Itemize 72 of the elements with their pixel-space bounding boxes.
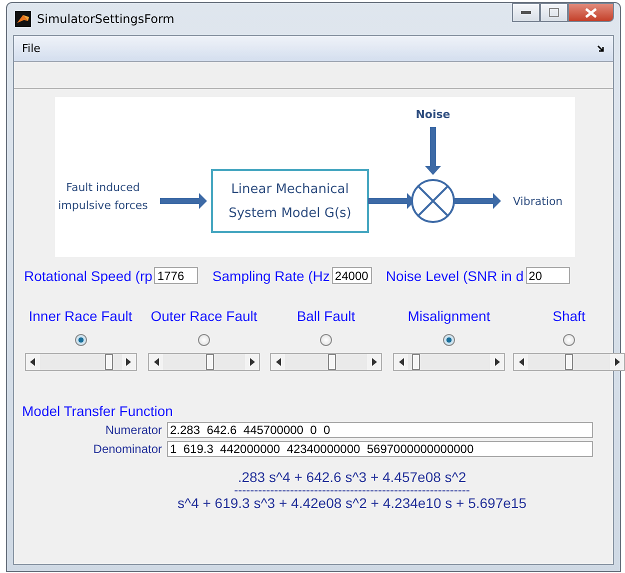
- window-title: SimulatorSettingsForm: [37, 12, 174, 26]
- fault-label: Shaft: [552, 308, 586, 326]
- scroll-left-button[interactable]: [271, 354, 285, 370]
- noise-label: Noise: [416, 108, 450, 121]
- right-arrow-icon: [614, 358, 620, 366]
- slider[interactable]: [270, 353, 382, 371]
- output-arrow: [454, 193, 501, 209]
- slider-thumb[interactable]: [412, 354, 420, 370]
- radio-button[interactable]: [563, 334, 575, 346]
- slider-thumb[interactable]: [206, 354, 214, 370]
- slider[interactable]: [148, 353, 260, 371]
- fraction-line: -----------------------------------------------------------: [234, 485, 470, 495]
- field-label: Numerator: [104, 423, 163, 437]
- slider-thumb[interactable]: [565, 354, 573, 370]
- radio-button[interactable]: [443, 334, 455, 346]
- section-title: Model Transfer Function: [22, 403, 174, 419]
- scroll-right-button[interactable]: [367, 354, 381, 370]
- left-arrow-icon: [398, 358, 404, 366]
- right-arrow-icon: [126, 358, 131, 366]
- parameter-label: Noise Level (SNR in d: [386, 268, 524, 284]
- maximize-button[interactable]: [540, 3, 568, 22]
- scroll-left-button[interactable]: [394, 354, 408, 370]
- left-arrow-icon: [276, 358, 280, 366]
- close-button[interactable]: [568, 3, 614, 22]
- slider[interactable]: [393, 353, 505, 371]
- slider-thumb[interactable]: [105, 354, 114, 370]
- output-label: Vibration: [513, 195, 563, 208]
- menu-item[interactable]: File: [22, 42, 40, 55]
- slider[interactable]: [513, 353, 625, 371]
- minimize-icon: [521, 10, 531, 14]
- scroll-right-button[interactable]: [610, 354, 624, 370]
- input-label: Fault induced impulsive forces: [58, 181, 148, 212]
- right-arrow-icon: [372, 358, 376, 366]
- slider[interactable]: [24, 353, 136, 371]
- denominator-text: s^4 + 619.3 s^3 + 4.42e08 s^2 + 4.234e10 s + 5.697e15: [178, 495, 526, 511]
- parameter-field[interactable]: 1776: [154, 267, 198, 284]
- noise-arrow: [425, 127, 441, 175]
- app-icon: [15, 11, 31, 27]
- scroll-left-button[interactable]: [514, 354, 528, 370]
- scroll-right-button[interactable]: [122, 354, 136, 370]
- numerator-text: .283 s^4 + 642.6 s^3 + 4.457e08 s^2: [238, 469, 466, 485]
- left-arrow-icon: [154, 358, 158, 366]
- radio-button[interactable]: [320, 334, 332, 346]
- dock-arrow-icon[interactable]: [597, 44, 605, 52]
- fault-label: Outer Race Fault: [150, 308, 258, 326]
- slider-thumb[interactable]: [328, 354, 336, 370]
- fault-label: Inner Race Fault: [28, 308, 132, 326]
- block-label: Linear Mechanical System Model G(s): [228, 182, 352, 221]
- scroll-left-button[interactable]: [149, 354, 163, 370]
- scroll-left-button[interactable]: [26, 354, 40, 370]
- input-arrow: [160, 193, 207, 209]
- coefficient-field[interactable]: 1 619.3 442000000 42340000000 5697000000000000: [167, 441, 593, 457]
- minimize-button[interactable]: [512, 3, 540, 22]
- parameter-label: Rotational Speed (rp: [24, 268, 152, 284]
- radio-button[interactable]: [74, 334, 86, 346]
- radio-button[interactable]: [198, 334, 210, 346]
- scroll-right-button[interactable]: [245, 354, 259, 370]
- left-arrow-icon: [518, 358, 524, 366]
- fault-label: Misalignment: [408, 308, 490, 326]
- parameter-field[interactable]: 20: [526, 267, 570, 284]
- coefficient-field[interactable]: 2.283 642.6 445700000 0 0: [167, 422, 593, 438]
- right-arrow-icon: [250, 358, 254, 366]
- fault-label: Ball Fault: [296, 308, 356, 326]
- maximize-icon: [549, 8, 559, 17]
- field-label: Denominator: [92, 442, 163, 456]
- multiplier-symbol: [411, 179, 455, 223]
- scroll-right-button[interactable]: [490, 354, 504, 370]
- parameter-label: Sampling Rate (Hz: [212, 268, 330, 284]
- right-arrow-icon: [494, 358, 500, 366]
- parameter-field[interactable]: 24000: [332, 267, 372, 284]
- close-icon: [585, 8, 597, 18]
- left-arrow-icon: [30, 358, 35, 366]
